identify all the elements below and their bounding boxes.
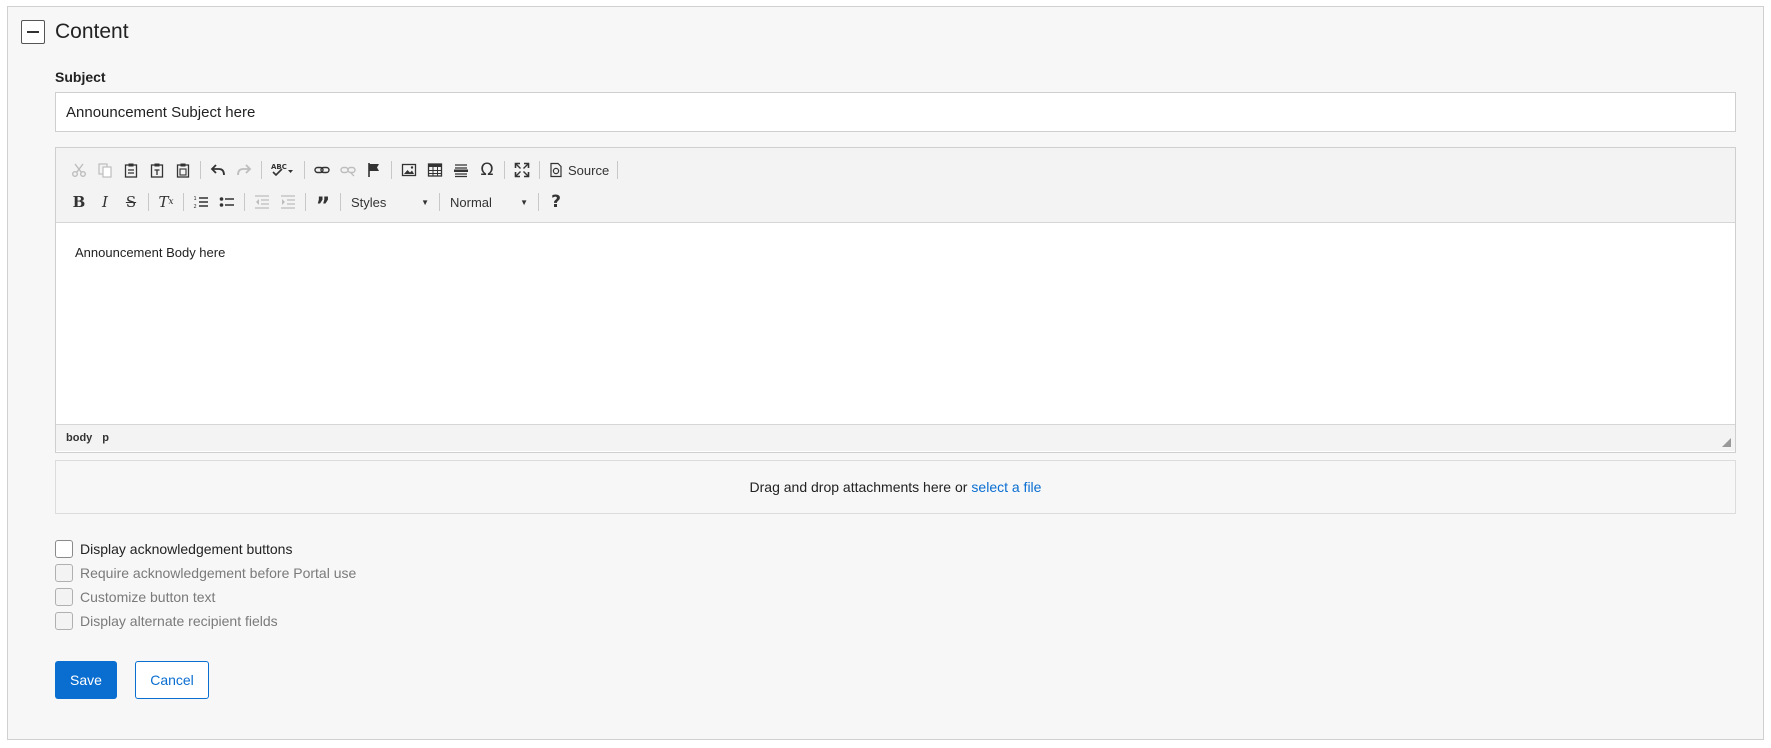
redo-icon[interactable] [231,158,257,182]
italic-icon[interactable]: I [92,190,118,214]
dropzone-prompt: Drag and drop attachments here or [749,479,968,495]
source-icon [550,162,562,178]
subject-label: Subject [55,69,106,85]
link-icon[interactable] [309,158,335,182]
chevron-down-icon: ▼ [520,197,528,207]
indent-icon[interactable] [275,190,301,214]
option-alternate-recipients: Display alternate recipient fields [55,609,356,633]
path-item-p[interactable]: p [102,432,109,444]
anchor-icon[interactable] [361,158,387,182]
help-icon[interactable]: ? [543,190,569,214]
svg-text:ABC: ABC [271,163,287,171]
maximize-icon[interactable] [509,158,535,182]
svg-text:2: 2 [194,204,197,210]
image-icon[interactable] [396,158,422,182]
option-customize-button-text: Customize button text [55,585,356,609]
editor-body[interactable]: Announcement Body here [56,223,1735,424]
select-file-link[interactable]: select a file [971,479,1041,495]
toolbar-row-2: B I S Tx 12 ” Styles ▼ Normal ▼ ? [66,186,1725,219]
editor-body-text: Announcement Body here [75,245,226,260]
option-label: Require acknowledgement before Portal us… [80,565,357,581]
resize-grip-icon[interactable] [1722,438,1731,447]
editor-toolbar: ABC Ω Source B I S T x 1 2 ” Styles ▼ No… [56,148,1735,223]
undo-icon[interactable] [205,158,231,182]
attachment-dropzone[interactable]: Drag and drop attachments here or select… [55,460,1736,514]
option-label: Display alternate recipient fields [80,613,278,629]
editor-elements-path: body p [56,424,1735,451]
collapse-button[interactable] [21,20,45,44]
spellcheck-icon[interactable]: ABC [266,158,300,182]
options-list: Display acknowledgement buttons Require … [55,537,356,633]
chevron-down-icon: ▼ [421,197,429,207]
special-char-icon[interactable]: Ω [474,158,500,182]
minus-icon [27,31,39,33]
section-header: Content [21,20,129,44]
numbered-list-icon[interactable]: 12 [188,190,214,214]
option-label: Customize button text [80,589,216,605]
save-button[interactable]: Save [55,661,117,699]
styles-label: Styles [351,194,387,210]
subject-input[interactable] [55,92,1736,132]
bulleted-list-icon[interactable] [214,190,240,214]
bold-icon[interactable]: B [66,190,92,214]
checkbox [55,588,73,606]
horizontal-rule-icon[interactable] [448,158,474,182]
path-item-body[interactable]: body [66,432,92,444]
format-dropdown[interactable]: Normal ▼ [444,190,534,214]
format-label: Normal [450,194,492,210]
styles-dropdown[interactable]: Styles ▼ [345,190,435,214]
remove-format-icon[interactable]: Tx [153,190,179,214]
unlink-icon[interactable] [335,158,361,182]
cancel-button[interactable]: Cancel [135,661,209,699]
paste-word-icon[interactable] [170,158,196,182]
strikethrough-icon[interactable]: S [118,190,144,214]
rich-text-editor: ABC Ω Source B I S T x 1 2 ” Styles ▼ No… [55,147,1736,453]
option-label: Display acknowledgement buttons [80,541,293,557]
copy-icon[interactable] [92,158,118,182]
table-icon[interactable] [422,158,448,182]
source-button[interactable]: Source [544,158,613,182]
checkbox[interactable] [55,540,73,558]
blockquote-icon[interactable]: ” [310,190,336,219]
section-title: Content [55,20,129,43]
svg-text:1: 1 [194,196,197,202]
checkbox [55,612,73,630]
option-display-ack-buttons[interactable]: Display acknowledgement buttons [55,537,356,561]
checkbox [55,564,73,582]
cut-icon[interactable] [66,158,92,182]
outdent-icon[interactable] [249,190,275,214]
paste-icon[interactable] [118,158,144,182]
toolbar-row-1: ABC Ω Source [66,154,1725,186]
source-label: Source [568,162,610,178]
paste-text-icon[interactable] [144,158,170,182]
option-require-ack: Require acknowledgement before Portal us… [55,561,356,585]
